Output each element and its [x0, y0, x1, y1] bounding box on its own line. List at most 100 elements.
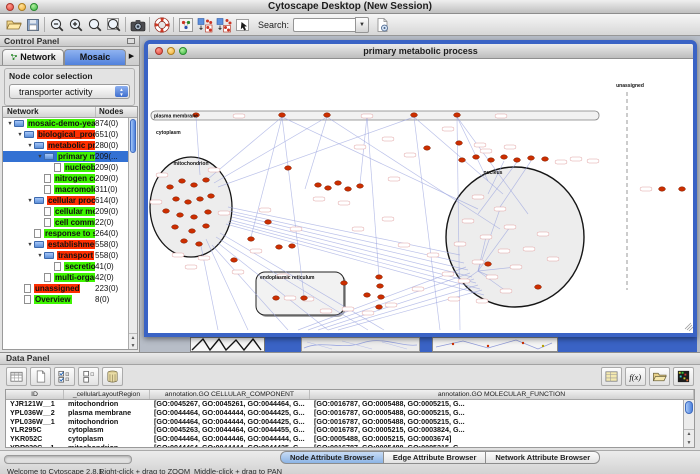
- network-node[interactable]: [179, 179, 186, 183]
- import-attributes-button[interactable]: [649, 367, 670, 386]
- network-node[interactable]: [205, 210, 212, 214]
- table-scrollbar[interactable]: ▲▼: [683, 400, 694, 447]
- attribute-editor-button[interactable]: [601, 367, 622, 386]
- network-node[interactable]: [173, 197, 180, 201]
- zoom-selected-region-button[interactable]: [85, 15, 104, 34]
- network-node[interactable]: [189, 229, 196, 233]
- table-cell[interactable]: mitochondrion: [64, 444, 150, 447]
- tree-row[interactable]: ▼primary metabolic209(...: [3, 151, 128, 162]
- network-node[interactable]: [185, 200, 192, 204]
- network-node[interactable]: [424, 146, 431, 150]
- tab-node-attribute-browser[interactable]: Node Attribute Browser: [280, 451, 384, 464]
- network-node[interactable]: [325, 186, 332, 190]
- network-node[interactable]: [377, 284, 384, 288]
- network-node[interactable]: [203, 224, 210, 228]
- search-dropdown-button[interactable]: ▼: [355, 17, 369, 33]
- configure-search-button[interactable]: [372, 15, 391, 34]
- background-window[interactable]: [432, 337, 558, 352]
- table-cell[interactable]: [GO:0044464, GO:0044446, GO:0044444, G..…: [150, 435, 310, 444]
- network-node[interactable]: [191, 183, 198, 187]
- tree-column-network[interactable]: Network: [3, 107, 96, 117]
- network-node[interactable]: [514, 158, 521, 162]
- table-cell[interactable]: [GO:0044464, GO:0044444, GO:0044425, G..…: [150, 444, 310, 447]
- zoom-fit-content-button[interactable]: [104, 15, 123, 34]
- float-panel-icon[interactable]: [127, 38, 135, 44]
- network-node[interactable]: [208, 194, 215, 198]
- table-cell[interactable]: mitochondrion: [64, 400, 150, 409]
- resize-grip-icon[interactable]: [685, 323, 691, 329]
- table-row[interactable]: YKR052Ccytoplasm[GO:0044464, GO:0044446,…: [6, 435, 683, 444]
- tab-network[interactable]: Network: [2, 49, 64, 65]
- tab-edge-attribute-browser[interactable]: Edge Attribute Browser: [384, 451, 486, 464]
- matrix-browser-button[interactable]: [673, 367, 694, 386]
- create-attribute-button[interactable]: [30, 367, 51, 386]
- network-node[interactable]: [177, 213, 184, 217]
- region-nucleus[interactable]: [446, 167, 584, 307]
- select-attributes-button[interactable]: [54, 367, 75, 386]
- network-node[interactable]: [456, 141, 463, 145]
- close-button[interactable]: [6, 3, 14, 11]
- tree-row[interactable]: ▼transport558(0): [3, 250, 128, 261]
- zoom-button[interactable]: [179, 47, 187, 55]
- network-node[interactable]: [357, 184, 364, 188]
- network-node[interactable]: [197, 197, 204, 201]
- network-node[interactable]: [301, 296, 308, 300]
- table-cell[interactable]: cytoplasm: [64, 426, 150, 435]
- network-node[interactable]: [276, 245, 283, 249]
- background-window[interactable]: [558, 337, 697, 352]
- tree-row[interactable]: cellular metabol209(0): [3, 206, 128, 217]
- network-canvas[interactable]: plasma membranecytoplasmmitochondrionnuc…: [148, 59, 693, 333]
- minimize-button[interactable]: [18, 3, 26, 11]
- delete-attribute-button[interactable]: [102, 367, 123, 386]
- column-visibility-button[interactable]: [6, 367, 27, 386]
- network-node[interactable]: [473, 155, 480, 159]
- network-node[interactable]: [364, 293, 371, 297]
- region-plasma-membrane[interactable]: [151, 111, 599, 120]
- tree-row[interactable]: ▼metabolic process280(0): [3, 140, 128, 151]
- expand-arrow-icon[interactable]: ▼: [26, 143, 34, 149]
- table-cell[interactable]: [GO:0016787, GO:0005488, GO:0005215, G..…: [310, 418, 683, 427]
- table-row[interactable]: YLR295Ccytoplasm[GO:0045263, GO:0044464,…: [6, 426, 683, 435]
- tree-row[interactable]: nucleobase-conta209(0): [3, 162, 128, 173]
- tree-scrollbar-thumb[interactable]: [130, 119, 136, 153]
- network-node[interactable]: [378, 295, 385, 299]
- network-node[interactable]: [679, 187, 686, 191]
- region-mitochondrion[interactable]: [150, 157, 232, 257]
- network-node[interactable]: [231, 258, 238, 262]
- network-node[interactable]: [488, 158, 495, 162]
- table-row[interactable]: YJR121W__1mitochondrion[GO:0045267, GO:0…: [6, 400, 683, 409]
- table-cell[interactable]: cytoplasm: [64, 435, 150, 444]
- network-node[interactable]: [181, 239, 188, 243]
- network-node[interactable]: [659, 187, 666, 191]
- network-window-titlebar[interactable]: primary metabolic process: [148, 44, 693, 59]
- tree-row[interactable]: ▼mosaic-demo-yeast874(0): [3, 118, 128, 129]
- table-cell[interactable]: [GO:0045267, GO:0045261, GO:0044464, G..…: [150, 400, 310, 409]
- window-titlebar[interactable]: Cytoscape Desktop (New Session): [0, 0, 700, 14]
- tab-mosaic[interactable]: Mosaic: [64, 49, 126, 65]
- zoom-out-button[interactable]: [47, 15, 66, 34]
- network-node[interactable]: [203, 178, 210, 182]
- expand-arrow-icon[interactable]: ▼: [16, 132, 24, 138]
- tree-row[interactable]: macromolecule311(0): [3, 184, 128, 195]
- tree-row[interactable]: ▼cellular process614(0): [3, 195, 128, 206]
- network-node[interactable]: [285, 166, 292, 170]
- table-row[interactable]: YPL036W__2plasma membrane[GO:0044464, GO…: [6, 409, 683, 418]
- table-column-header[interactable]: ID: [6, 390, 64, 399]
- tree-row[interactable]: Overview8(0): [3, 294, 128, 305]
- network-node[interactable]: [335, 181, 342, 185]
- network-node[interactable]: [163, 209, 170, 213]
- tree-row[interactable]: ▼biological_process651(0): [3, 129, 128, 140]
- network-node[interactable]: [248, 237, 255, 241]
- tree-row[interactable]: unassigned223(0): [3, 283, 128, 294]
- network-overview-button[interactable]: [176, 15, 195, 34]
- network-node[interactable]: [341, 281, 348, 285]
- table-cell[interactable]: YPL036W__1: [6, 418, 64, 427]
- network-node[interactable]: [454, 113, 461, 117]
- background-window[interactable]: [265, 337, 301, 352]
- tab-network-attribute-browser[interactable]: Network Attribute Browser: [486, 451, 600, 464]
- function-builder-button[interactable]: f(x): [625, 367, 646, 386]
- expand-arrow-icon[interactable]: ▼: [26, 198, 34, 204]
- network-node[interactable]: [345, 187, 352, 191]
- network-view-window[interactable]: primary metabolic process plasma membran…: [144, 40, 697, 337]
- network-node[interactable]: [501, 155, 508, 159]
